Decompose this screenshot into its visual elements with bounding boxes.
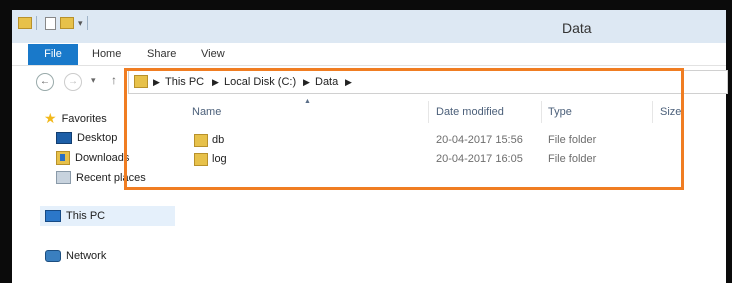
left-black-border (0, 0, 12, 283)
sidebar-item-label: Favorites (61, 112, 107, 125)
sidebar-item-favorites[interactable]: ★ Favorites (44, 110, 107, 127)
sidebar-item-desktop[interactable]: Desktop (56, 132, 117, 144)
folder-icon[interactable] (18, 17, 32, 29)
star-icon: ★ (44, 110, 57, 126)
customize-toolbar-icon[interactable]: ▾ (78, 18, 83, 29)
tab-home[interactable]: Home (92, 48, 121, 60)
desktop-icon (56, 132, 72, 144)
recent-locations-icon[interactable]: ▾ (91, 75, 96, 86)
sidebar-item-downloads[interactable]: Downloads (56, 151, 129, 165)
computer-icon (45, 210, 61, 222)
title-bar (12, 10, 726, 43)
properties-icon[interactable] (45, 16, 56, 30)
window-title: Data (562, 20, 592, 36)
top-black-border (0, 0, 732, 10)
recent-places-icon (56, 171, 71, 184)
back-button[interactable]: ← (36, 73, 54, 91)
sidebar-item-label: Network (66, 250, 107, 262)
right-black-border (726, 0, 732, 283)
tab-view[interactable]: View (201, 48, 225, 60)
new-folder-icon[interactable] (60, 17, 74, 29)
tab-file[interactable]: File (28, 44, 78, 65)
up-button[interactable]: ↑ (111, 73, 117, 87)
sidebar-item-label: Downloads (75, 152, 130, 164)
tab-share[interactable]: Share (147, 48, 176, 60)
quick-access-toolbar: ▾ (18, 16, 88, 30)
sidebar-item-this-pc[interactable]: This PC (45, 210, 105, 222)
downloads-icon (56, 151, 70, 165)
toolbar-separator (86, 16, 88, 30)
network-icon (45, 250, 61, 262)
toolbar-separator (36, 16, 37, 30)
forward-button[interactable]: → (64, 73, 82, 91)
sidebar-item-label: This PC (66, 210, 106, 222)
sidebar-item-label: Desktop (77, 132, 118, 144)
annotation-highlight-box (124, 68, 684, 190)
sidebar-item-network[interactable]: Network (45, 250, 106, 262)
